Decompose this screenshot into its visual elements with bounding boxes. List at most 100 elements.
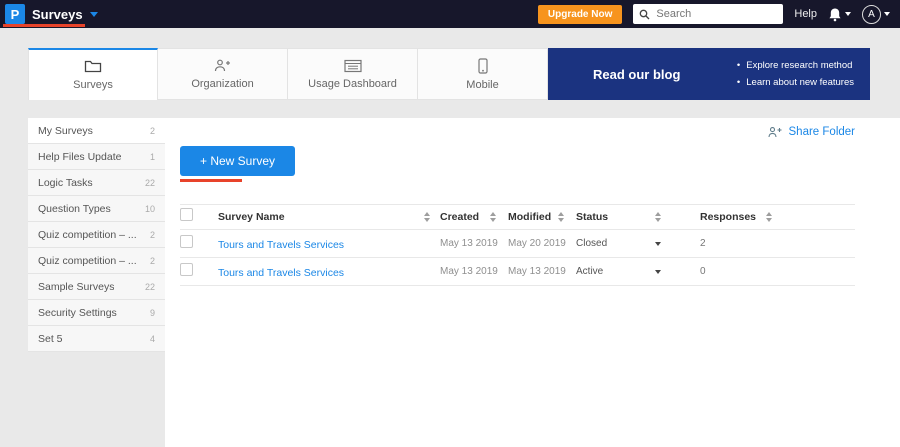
sidebar-item-label: Help Files Update: [38, 151, 121, 163]
notifications-button[interactable]: [828, 7, 851, 22]
table-row: Tours and Travels Services May 13 2019 M…: [180, 230, 855, 258]
main-panel: Share Folder + New Survey Survey Name Cr…: [165, 118, 900, 447]
sidebar-item-label: Logic Tasks: [38, 177, 93, 189]
new-survey-button[interactable]: + New Survey: [180, 146, 295, 176]
sidebar-item-count: 2: [150, 126, 155, 136]
sort-icon[interactable]: [558, 212, 564, 222]
sidebar-item-label: Quiz competition – ...: [38, 255, 137, 267]
app-logo[interactable]: P: [5, 4, 25, 24]
sidebar-item-count: 22: [145, 178, 155, 188]
sidebar-item-quiz-competition-1[interactable]: Quiz competition – ... 2: [28, 222, 165, 248]
column-header-responses: Responses: [700, 211, 756, 223]
column-header-created: Created: [440, 211, 479, 223]
tab-label: Organization: [191, 78, 253, 90]
sidebar-item-my-surveys[interactable]: My Surveys 2: [28, 118, 165, 144]
blog-banner[interactable]: Read our blog Explore research method Le…: [548, 48, 870, 100]
survey-name-link[interactable]: Tours and Travels Services: [218, 267, 344, 279]
tab-surveys[interactable]: Surveys: [28, 48, 158, 100]
mobile-icon: [478, 58, 488, 74]
row-checkbox[interactable]: [180, 235, 193, 248]
tab-label: Surveys: [73, 79, 113, 91]
sidebar-item-label: Sample Surveys: [38, 281, 114, 293]
status-dropdown[interactable]: Closed: [576, 238, 686, 249]
content-area: My Surveys 2 Help Files Update 1 Logic T…: [0, 118, 900, 447]
sidebar-item-question-types[interactable]: Question Types 10: [28, 196, 165, 222]
sidebar-item-sample-surveys[interactable]: Sample Surveys 22: [28, 274, 165, 300]
tab-label: Usage Dashboard: [308, 78, 397, 90]
upgrade-now-button[interactable]: Upgrade Now: [538, 5, 622, 24]
status-value: Active: [576, 266, 603, 277]
people-icon: [213, 58, 233, 73]
blog-banner-title: Read our blog: [593, 67, 680, 82]
sidebar-item-label: Set 5: [38, 333, 63, 345]
help-link[interactable]: Help: [794, 8, 817, 20]
blog-bullet-list: Explore research method Learn about new …: [737, 60, 854, 88]
sidebar-item-count: 10: [145, 204, 155, 214]
table-row: Tours and Travels Services May 13 2019 M…: [180, 258, 855, 286]
share-folder-link[interactable]: Share Folder: [767, 126, 855, 138]
sidebar-item-label: My Surveys: [38, 125, 93, 137]
search-input[interactable]: [654, 7, 777, 21]
tab-organization[interactable]: Organization: [158, 48, 288, 100]
sidebar-item-logic-tasks[interactable]: Logic Tasks 22: [28, 170, 165, 196]
sidebar-item-count: 2: [150, 230, 155, 240]
sidebar-item-count: 1: [150, 152, 155, 162]
sidebar-item-quiz-competition-2[interactable]: Quiz competition – ... 2: [28, 248, 165, 274]
sort-icon[interactable]: [424, 212, 430, 222]
chevron-down-icon: [655, 270, 661, 274]
sidebar-item-count: 9: [150, 308, 155, 318]
sidebar-item-count: 2: [150, 256, 155, 266]
sort-icon[interactable]: [766, 212, 772, 222]
modified-date: May 13 2019: [508, 266, 576, 277]
select-all-checkbox[interactable]: [180, 208, 193, 221]
app-root: P Surveys Upgrade Now Help A: [0, 0, 900, 447]
survey-name-link[interactable]: Tours and Travels Services: [218, 239, 344, 251]
table-header: Survey Name Created Modified Status: [180, 204, 855, 230]
tab-mobile[interactable]: Mobile: [418, 48, 548, 100]
blog-bullet: Explore research method: [737, 60, 854, 71]
sidebar-item-set-5[interactable]: Set 5 4: [28, 326, 165, 352]
search-box[interactable]: [633, 4, 783, 24]
column-header-status: Status: [576, 211, 608, 223]
app-title-dropdown[interactable]: Surveys: [32, 7, 83, 22]
tab-usage-dashboard[interactable]: Usage Dashboard: [288, 48, 418, 100]
sidebar-item-label: Quiz competition – ...: [38, 229, 137, 241]
folder-icon: [84, 59, 102, 74]
search-icon: [639, 9, 650, 20]
sort-icon[interactable]: [655, 212, 661, 222]
share-folder-icon: [767, 126, 783, 138]
sidebar-item-count: 4: [150, 334, 155, 344]
chevron-down-icon: [884, 12, 890, 16]
tab-label: Mobile: [466, 79, 498, 91]
bell-icon: [828, 7, 842, 22]
responses-count: 0: [686, 266, 855, 277]
account-menu[interactable]: A: [862, 5, 890, 24]
tab-bar: Surveys Organization Usage Dashboard Mob…: [0, 48, 900, 100]
responses-count: 2: [686, 238, 855, 249]
sidebar-item-security-settings[interactable]: Security Settings 9: [28, 300, 165, 326]
annotation-underline-logo: [3, 24, 85, 27]
folder-sidebar: My Surveys 2 Help Files Update 1 Logic T…: [28, 118, 165, 447]
column-header-survey-name: Survey Name: [218, 211, 285, 223]
row-checkbox[interactable]: [180, 263, 193, 276]
top-bar: P Surveys Upgrade Now Help A: [0, 0, 900, 28]
annotation-underline-new-survey: [180, 179, 242, 182]
status-value: Closed: [576, 238, 607, 249]
sidebar-item-label: Question Types: [38, 203, 111, 215]
chevron-down-icon[interactable]: [90, 12, 98, 17]
created-date: May 13 2019: [440, 238, 508, 249]
share-folder-label: Share Folder: [789, 126, 855, 138]
sidebar-item-label: Security Settings: [38, 307, 117, 319]
status-dropdown[interactable]: Active: [576, 266, 686, 277]
chevron-down-icon: [655, 242, 661, 246]
sidebar-item-help-files-update[interactable]: Help Files Update 1: [28, 144, 165, 170]
avatar: A: [862, 5, 881, 24]
created-date: May 13 2019: [440, 266, 508, 277]
dashboard-icon: [344, 59, 362, 73]
modified-date: May 20 2019: [508, 238, 576, 249]
column-header-modified: Modified: [508, 211, 551, 223]
sort-icon[interactable]: [490, 212, 496, 222]
surveys-table: Survey Name Created Modified Status: [180, 204, 855, 286]
sidebar-item-count: 22: [145, 282, 155, 292]
chevron-down-icon: [845, 12, 851, 16]
